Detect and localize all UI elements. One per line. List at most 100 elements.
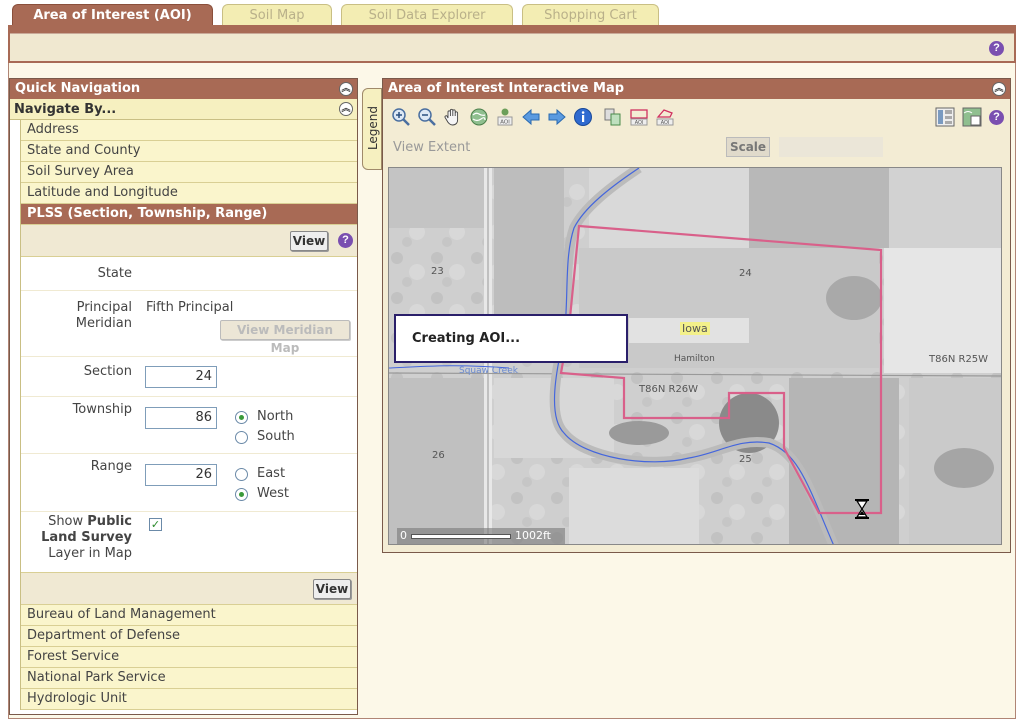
- nav-item-address[interactable]: Address: [21, 120, 357, 141]
- map-panel-header: Area of Interest Interactive Map ︽: [383, 79, 1010, 99]
- quick-navigation-header: Quick Navigation ︽: [10, 79, 357, 99]
- show-plss-checkbox[interactable]: ✓: [149, 518, 162, 531]
- scale-bar: 0 1002ft: [397, 528, 565, 544]
- nav-item-blm[interactable]: Bureau of Land Management: [21, 605, 357, 626]
- tool-aoi-text: AOI: [661, 120, 670, 126]
- nav-item-lat-long[interactable]: Latitude and Longitude: [21, 183, 357, 204]
- zoom-out-icon[interactable]: [417, 107, 437, 127]
- east-label: East: [257, 466, 286, 481]
- plss-view-row-bottom: View: [21, 573, 357, 605]
- meridian-value: Fifth Principal: [146, 300, 234, 315]
- map-panel-title: Area of Interest Interactive Map: [388, 81, 625, 96]
- south-radio[interactable]: [235, 431, 248, 444]
- show-prefix: Show: [48, 514, 84, 529]
- nav-list-top: Address State and County Soil Survey Are…: [20, 120, 357, 225]
- aoi-identify-icon[interactable]: AOI: [495, 107, 515, 127]
- pan-hand-icon[interactable]: [443, 107, 463, 127]
- back-arrow-icon[interactable]: [521, 107, 541, 127]
- show-plss-label: Show Public Land Survey Layer in Map: [41, 514, 132, 562]
- range-input[interactable]: 26: [145, 464, 217, 486]
- east-radio[interactable]: [235, 468, 248, 481]
- map-panel: Area of Interest Interactive Map ︽ AOI A…: [382, 78, 1011, 553]
- view-button[interactable]: View: [313, 579, 351, 599]
- map-label-section-26: 26: [432, 450, 445, 461]
- west-label: West: [257, 486, 289, 501]
- define-aoi-polygon-icon[interactable]: AOI: [655, 107, 675, 127]
- west-radio[interactable]: [235, 488, 248, 501]
- layout-icon[interactable]: [935, 107, 955, 127]
- tab-shopping-cart[interactable]: Shopping Cart: [522, 4, 659, 26]
- plss-view-row-top: View ?: [21, 225, 357, 257]
- creating-aoi-text: Creating AOI...: [412, 331, 521, 346]
- nav-item-plss[interactable]: PLSS (Section, Township, Range): [21, 204, 357, 225]
- township-label: Township: [72, 402, 132, 417]
- show-plss-row: Show Public Land Survey Layer in Map ✓: [21, 512, 357, 573]
- quick-navigation-panel: Quick Navigation ︽ Navigate By... ︽ Addr…: [9, 78, 358, 715]
- collapse-icon[interactable]: ︽: [339, 82, 353, 96]
- map-label-t86n-r25w: T86N R25W: [929, 354, 989, 365]
- meridian-label-1: Principal: [76, 300, 132, 315]
- show-bold-2: Land Survey: [41, 530, 132, 545]
- hourglass-cursor-icon: [855, 499, 869, 519]
- collapse-icon[interactable]: ︽: [339, 102, 353, 116]
- range-row: Range 26 East West: [21, 454, 357, 512]
- full-extent-icon[interactable]: [469, 107, 489, 127]
- state-label: State: [97, 266, 132, 281]
- nav-item-dod[interactable]: Department of Defense: [21, 626, 357, 647]
- info-icon[interactable]: [573, 107, 593, 127]
- section-label: Section: [83, 364, 132, 379]
- view-extent-label: View Extent: [393, 140, 471, 155]
- state-row: State: [21, 257, 357, 291]
- north-radio[interactable]: [235, 411, 248, 424]
- navigate-by-label: Navigate By...: [14, 102, 117, 117]
- define-aoi-rectangle-icon[interactable]: AOI: [629, 107, 649, 127]
- legend-label: Legend: [366, 105, 380, 151]
- creating-aoi-dialog: Creating AOI...: [394, 314, 628, 363]
- legend-tab[interactable]: Legend: [362, 88, 382, 170]
- help-icon[interactable]: ?: [989, 110, 1004, 125]
- tab-aoi[interactable]: Area of Interest (AOI): [12, 4, 213, 26]
- scale-bar-graphic: [411, 534, 511, 539]
- view-meridian-map-button[interactable]: View Meridian Map: [220, 320, 350, 355]
- map-label-hamilton: Hamilton: [674, 354, 715, 364]
- plss-form: View ? State Principal Meridian Fifth Pr…: [20, 225, 357, 605]
- nav-item-state-county[interactable]: State and County: [21, 141, 357, 162]
- overview-map-icon[interactable]: [962, 107, 982, 127]
- collapse-icon[interactable]: ︽: [992, 82, 1006, 96]
- show-bold-1: Public: [87, 514, 132, 529]
- scale-button[interactable]: Scale: [726, 137, 770, 157]
- zoom-in-icon[interactable]: [391, 107, 411, 127]
- section-input[interactable]: 24: [145, 366, 217, 388]
- help-icon[interactable]: ?: [338, 233, 353, 248]
- show-suffix: Layer in Map: [48, 546, 132, 561]
- quick-navigation-title: Quick Navigation: [15, 81, 141, 96]
- scale-bar-distance: 1002ft: [515, 529, 551, 542]
- nav-item-hydrologic-unit[interactable]: Hydrologic Unit: [21, 689, 357, 710]
- help-icon[interactable]: ?: [989, 41, 1004, 56]
- tool-aoi-text: AOI: [500, 120, 510, 126]
- map-label-section-25: 25: [739, 454, 752, 465]
- meridian-row: Principal Meridian Fifth Principal View …: [21, 291, 357, 357]
- township-input[interactable]: 86: [145, 407, 217, 429]
- header-bar: ?: [8, 25, 1016, 63]
- interactive-map[interactable]: 23 24 26 25 Iowa Hamilton T86N R26W T86N…: [388, 167, 1002, 545]
- view-button[interactable]: View: [290, 231, 328, 251]
- map-label-creek: Squaw Creek: [459, 366, 518, 376]
- navigate-by-header[interactable]: Navigate By... ︽: [10, 99, 357, 120]
- nav-list-bottom: Bureau of Land Management Department of …: [20, 605, 357, 710]
- north-label: North: [257, 409, 294, 424]
- nav-item-soil-survey-area[interactable]: Soil Survey Area: [21, 162, 357, 183]
- tab-soil-data-explorer[interactable]: Soil Data Explorer: [341, 4, 513, 26]
- meridian-label-2: Meridian: [75, 316, 132, 331]
- south-label: South: [257, 429, 295, 444]
- nav-item-forest-service[interactable]: Forest Service: [21, 647, 357, 668]
- section-row: Section 24: [21, 357, 357, 397]
- map-label-iowa: Iowa: [680, 322, 710, 335]
- map-label-t86n-r26w: T86N R26W: [639, 384, 699, 395]
- range-label: Range: [90, 459, 132, 474]
- nav-item-national-park-service[interactable]: National Park Service: [21, 668, 357, 689]
- map-label-section-24: 24: [739, 268, 752, 279]
- layers-icon[interactable]: [603, 107, 623, 127]
- forward-arrow-icon[interactable]: [547, 107, 567, 127]
- tab-soil-map[interactable]: Soil Map: [222, 4, 332, 26]
